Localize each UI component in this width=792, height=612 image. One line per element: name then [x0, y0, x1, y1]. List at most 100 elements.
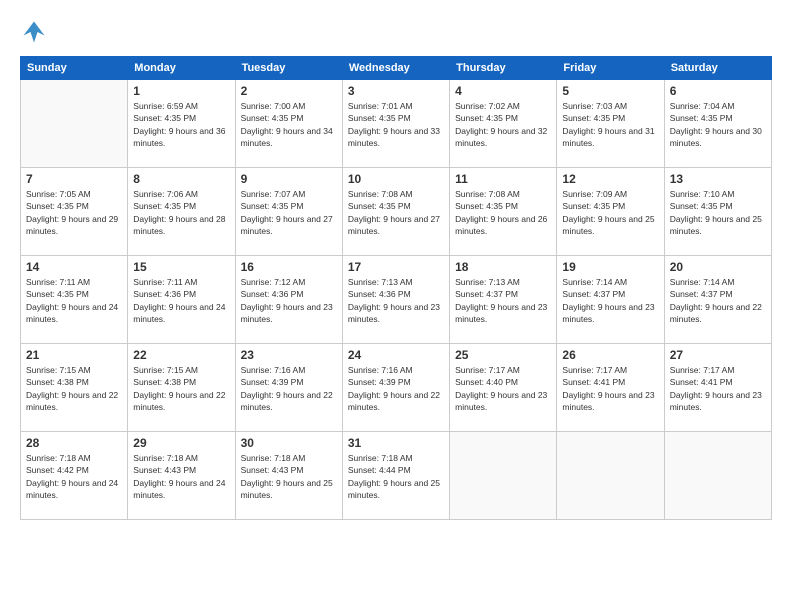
calendar-cell: 15 Sunrise: 7:11 AMSunset: 4:36 PMDaylig… [128, 256, 235, 344]
day-info: Sunrise: 7:17 AMSunset: 4:41 PMDaylight:… [562, 364, 658, 413]
calendar-header-row: SundayMondayTuesdayWednesdayThursdayFrid… [21, 57, 772, 80]
day-info: Sunrise: 7:18 AMSunset: 4:42 PMDaylight:… [26, 452, 122, 501]
day-info: Sunrise: 7:15 AMSunset: 4:38 PMDaylight:… [26, 364, 122, 413]
day-info: Sunrise: 7:00 AMSunset: 4:35 PMDaylight:… [241, 100, 337, 149]
day-info: Sunrise: 7:11 AMSunset: 4:36 PMDaylight:… [133, 276, 229, 325]
calendar-cell: 16 Sunrise: 7:12 AMSunset: 4:36 PMDaylig… [235, 256, 342, 344]
day-info: Sunrise: 7:18 AMSunset: 4:43 PMDaylight:… [241, 452, 337, 501]
day-info: Sunrise: 7:17 AMSunset: 4:41 PMDaylight:… [670, 364, 766, 413]
day-number: 4 [455, 84, 551, 98]
page: SundayMondayTuesdayWednesdayThursdayFrid… [0, 0, 792, 612]
day-info: Sunrise: 7:15 AMSunset: 4:38 PMDaylight:… [133, 364, 229, 413]
calendar-cell: 12 Sunrise: 7:09 AMSunset: 4:35 PMDaylig… [557, 168, 664, 256]
day-number: 20 [670, 260, 766, 274]
calendar-week-5: 28 Sunrise: 7:18 AMSunset: 4:42 PMDaylig… [21, 432, 772, 520]
day-number: 19 [562, 260, 658, 274]
calendar-cell: 22 Sunrise: 7:15 AMSunset: 4:38 PMDaylig… [128, 344, 235, 432]
day-info: Sunrise: 7:04 AMSunset: 4:35 PMDaylight:… [670, 100, 766, 149]
calendar-cell: 31 Sunrise: 7:18 AMSunset: 4:44 PMDaylig… [342, 432, 449, 520]
calendar-cell: 6 Sunrise: 7:04 AMSunset: 4:35 PMDayligh… [664, 80, 771, 168]
day-number: 10 [348, 172, 444, 186]
calendar-cell: 27 Sunrise: 7:17 AMSunset: 4:41 PMDaylig… [664, 344, 771, 432]
day-number: 16 [241, 260, 337, 274]
day-info: Sunrise: 7:17 AMSunset: 4:40 PMDaylight:… [455, 364, 551, 413]
day-number: 13 [670, 172, 766, 186]
calendar-cell: 30 Sunrise: 7:18 AMSunset: 4:43 PMDaylig… [235, 432, 342, 520]
day-info: Sunrise: 7:11 AMSunset: 4:35 PMDaylight:… [26, 276, 122, 325]
day-info: Sunrise: 7:08 AMSunset: 4:35 PMDaylight:… [455, 188, 551, 237]
calendar-cell: 14 Sunrise: 7:11 AMSunset: 4:35 PMDaylig… [21, 256, 128, 344]
calendar-cell: 23 Sunrise: 7:16 AMSunset: 4:39 PMDaylig… [235, 344, 342, 432]
col-header-friday: Friday [557, 57, 664, 80]
day-info: Sunrise: 7:14 AMSunset: 4:37 PMDaylight:… [562, 276, 658, 325]
day-number: 14 [26, 260, 122, 274]
header [20, 18, 772, 46]
day-info: Sunrise: 7:05 AMSunset: 4:35 PMDaylight:… [26, 188, 122, 237]
calendar-week-3: 14 Sunrise: 7:11 AMSunset: 4:35 PMDaylig… [21, 256, 772, 344]
day-info: Sunrise: 7:12 AMSunset: 4:36 PMDaylight:… [241, 276, 337, 325]
calendar-week-4: 21 Sunrise: 7:15 AMSunset: 4:38 PMDaylig… [21, 344, 772, 432]
day-info: Sunrise: 7:01 AMSunset: 4:35 PMDaylight:… [348, 100, 444, 149]
col-header-thursday: Thursday [450, 57, 557, 80]
calendar-cell: 20 Sunrise: 7:14 AMSunset: 4:37 PMDaylig… [664, 256, 771, 344]
calendar-cell: 29 Sunrise: 7:18 AMSunset: 4:43 PMDaylig… [128, 432, 235, 520]
calendar-cell [21, 80, 128, 168]
col-header-wednesday: Wednesday [342, 57, 449, 80]
calendar-week-2: 7 Sunrise: 7:05 AMSunset: 4:35 PMDayligh… [21, 168, 772, 256]
calendar-cell: 17 Sunrise: 7:13 AMSunset: 4:36 PMDaylig… [342, 256, 449, 344]
day-number: 6 [670, 84, 766, 98]
day-info: Sunrise: 7:18 AMSunset: 4:44 PMDaylight:… [348, 452, 444, 501]
day-number: 18 [455, 260, 551, 274]
calendar-cell [450, 432, 557, 520]
day-number: 8 [133, 172, 229, 186]
calendar-cell: 11 Sunrise: 7:08 AMSunset: 4:35 PMDaylig… [450, 168, 557, 256]
day-number: 27 [670, 348, 766, 362]
day-info: Sunrise: 7:08 AMSunset: 4:35 PMDaylight:… [348, 188, 444, 237]
day-info: Sunrise: 7:09 AMSunset: 4:35 PMDaylight:… [562, 188, 658, 237]
day-number: 2 [241, 84, 337, 98]
day-number: 3 [348, 84, 444, 98]
calendar-cell: 7 Sunrise: 7:05 AMSunset: 4:35 PMDayligh… [21, 168, 128, 256]
calendar-cell: 10 Sunrise: 7:08 AMSunset: 4:35 PMDaylig… [342, 168, 449, 256]
calendar-cell: 26 Sunrise: 7:17 AMSunset: 4:41 PMDaylig… [557, 344, 664, 432]
calendar-cell: 19 Sunrise: 7:14 AMSunset: 4:37 PMDaylig… [557, 256, 664, 344]
col-header-monday: Monday [128, 57, 235, 80]
day-number: 26 [562, 348, 658, 362]
calendar-cell: 24 Sunrise: 7:16 AMSunset: 4:39 PMDaylig… [342, 344, 449, 432]
day-number: 21 [26, 348, 122, 362]
day-info: Sunrise: 7:03 AMSunset: 4:35 PMDaylight:… [562, 100, 658, 149]
day-info: Sunrise: 7:10 AMSunset: 4:35 PMDaylight:… [670, 188, 766, 237]
calendar-cell: 1 Sunrise: 6:59 AMSunset: 4:35 PMDayligh… [128, 80, 235, 168]
day-number: 29 [133, 436, 229, 450]
calendar-cell: 2 Sunrise: 7:00 AMSunset: 4:35 PMDayligh… [235, 80, 342, 168]
day-number: 31 [348, 436, 444, 450]
calendar-cell: 3 Sunrise: 7:01 AMSunset: 4:35 PMDayligh… [342, 80, 449, 168]
calendar-cell: 13 Sunrise: 7:10 AMSunset: 4:35 PMDaylig… [664, 168, 771, 256]
day-number: 23 [241, 348, 337, 362]
calendar-cell: 9 Sunrise: 7:07 AMSunset: 4:35 PMDayligh… [235, 168, 342, 256]
day-number: 15 [133, 260, 229, 274]
day-info: Sunrise: 7:18 AMSunset: 4:43 PMDaylight:… [133, 452, 229, 501]
calendar-cell: 4 Sunrise: 7:02 AMSunset: 4:35 PMDayligh… [450, 80, 557, 168]
day-info: Sunrise: 7:13 AMSunset: 4:37 PMDaylight:… [455, 276, 551, 325]
day-number: 9 [241, 172, 337, 186]
calendar-cell: 28 Sunrise: 7:18 AMSunset: 4:42 PMDaylig… [21, 432, 128, 520]
calendar-cell: 8 Sunrise: 7:06 AMSunset: 4:35 PMDayligh… [128, 168, 235, 256]
day-info: Sunrise: 7:13 AMSunset: 4:36 PMDaylight:… [348, 276, 444, 325]
day-number: 5 [562, 84, 658, 98]
day-info: Sunrise: 7:16 AMSunset: 4:39 PMDaylight:… [348, 364, 444, 413]
day-number: 22 [133, 348, 229, 362]
col-header-sunday: Sunday [21, 57, 128, 80]
logo-icon [20, 18, 48, 46]
day-number: 1 [133, 84, 229, 98]
calendar-cell: 5 Sunrise: 7:03 AMSunset: 4:35 PMDayligh… [557, 80, 664, 168]
day-number: 11 [455, 172, 551, 186]
day-number: 25 [455, 348, 551, 362]
day-number: 24 [348, 348, 444, 362]
day-info: Sunrise: 7:14 AMSunset: 4:37 PMDaylight:… [670, 276, 766, 325]
col-header-saturday: Saturday [664, 57, 771, 80]
day-number: 28 [26, 436, 122, 450]
day-info: Sunrise: 7:16 AMSunset: 4:39 PMDaylight:… [241, 364, 337, 413]
calendar-week-1: 1 Sunrise: 6:59 AMSunset: 4:35 PMDayligh… [21, 80, 772, 168]
calendar-cell: 18 Sunrise: 7:13 AMSunset: 4:37 PMDaylig… [450, 256, 557, 344]
